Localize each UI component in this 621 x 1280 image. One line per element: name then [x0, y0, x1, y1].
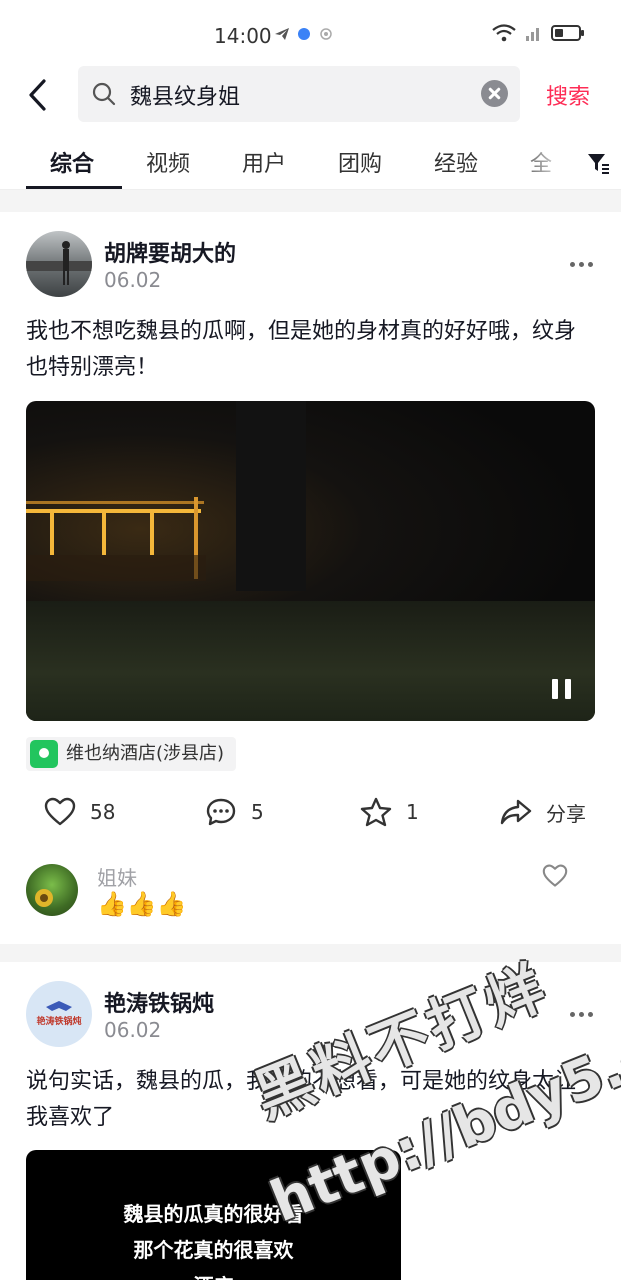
post-text: 我也不想吃魏县的瓜啊，但是她的身材真的好好哦，纹身也特别漂亮！: [26, 319, 577, 380]
search-row: 魏县纹身姐 搜索: [0, 66, 621, 124]
tab-users[interactable]: 用户: [242, 146, 286, 178]
post-card[interactable]: 胡牌要胡大的 06.02 我也不想吃魏县的瓜啊，但是她的身材真的好好哦，纹身也特…: [0, 212, 621, 944]
video-player[interactable]: [26, 401, 595, 721]
search-query: 魏县纹身姐: [130, 85, 241, 110]
like-count: 58: [90, 800, 116, 824]
search-icon: [92, 82, 116, 106]
battery-icon: [551, 25, 584, 41]
app-icon: [298, 28, 310, 40]
comment-text: 👍👍👍: [97, 890, 187, 918]
pause-icon[interactable]: [552, 679, 571, 699]
wifi-icon: [492, 24, 516, 42]
more-icon[interactable]: [570, 262, 593, 267]
post-author[interactable]: 艳涛铁锅炖: [104, 986, 214, 1018]
like-button[interactable]: 58: [44, 797, 115, 827]
avatar[interactable]: 艳涛铁锅炖: [26, 981, 92, 1047]
clear-icon[interactable]: [481, 80, 508, 107]
filter-icon[interactable]: [585, 150, 611, 176]
status-system-icons: [491, 24, 585, 42]
status-bar: 14:00: [0, 0, 621, 70]
post-date: 06.02: [104, 268, 162, 292]
comment-count: 5: [251, 800, 264, 824]
tab-bar: 综合 视频 用户 团购 经验 全: [0, 140, 621, 190]
video-caption-line: 酒店: [26, 1270, 401, 1280]
comment-like-icon[interactable]: [542, 864, 568, 888]
avatar[interactable]: [26, 231, 92, 297]
tab-video[interactable]: 视频: [146, 146, 190, 178]
tab-group-buy[interactable]: 团购: [338, 146, 382, 178]
more-icon[interactable]: [570, 1012, 593, 1017]
video-caption-line: 那个花真的很喜欢: [133, 1238, 294, 1262]
search-input[interactable]: 魏县纹身姐: [78, 66, 520, 122]
avatar-logo-text: 艳涛铁锅炖: [36, 1017, 82, 1027]
active-tab-indicator: [26, 186, 122, 189]
share-icon: [500, 799, 532, 825]
post-author[interactable]: 胡牌要胡大的: [104, 236, 236, 268]
back-icon[interactable]: [24, 78, 54, 112]
share-label: 分享: [546, 801, 586, 826]
tab-experience[interactable]: 经验: [434, 146, 478, 178]
top-bar: 14:00 魏县纹身姐 搜索 综合 视频 用户 团购 经验 全: [0, 0, 621, 190]
commenter-name[interactable]: 姐妹: [97, 862, 137, 891]
post-date: 06.02: [104, 1018, 162, 1042]
comment-icon: [206, 798, 236, 826]
location-tag[interactable]: 维也纳酒店(涉县店): [26, 737, 237, 771]
heart-icon: [44, 797, 76, 826]
location-pin-icon: [30, 740, 58, 768]
person-photo: [26, 241, 92, 285]
comment-button[interactable]: 5: [205, 797, 264, 827]
telegram-icon: [275, 28, 289, 40]
status-time: 14:00: [214, 24, 272, 48]
hotspot-icon: [320, 28, 332, 40]
signal-icon: [526, 28, 539, 41]
favorite-button[interactable]: 1: [360, 797, 419, 827]
location-name: 维也纳酒店(涉县店): [66, 743, 225, 764]
favorite-count: 1: [406, 800, 419, 824]
share-button[interactable]: 分享: [500, 797, 586, 827]
search-button[interactable]: 搜索: [546, 79, 590, 111]
star-icon: [360, 797, 392, 827]
commenter-avatar[interactable]: [26, 864, 78, 916]
tab-comprehensive[interactable]: 综合: [50, 146, 94, 178]
status-notification-icons: [274, 26, 334, 42]
